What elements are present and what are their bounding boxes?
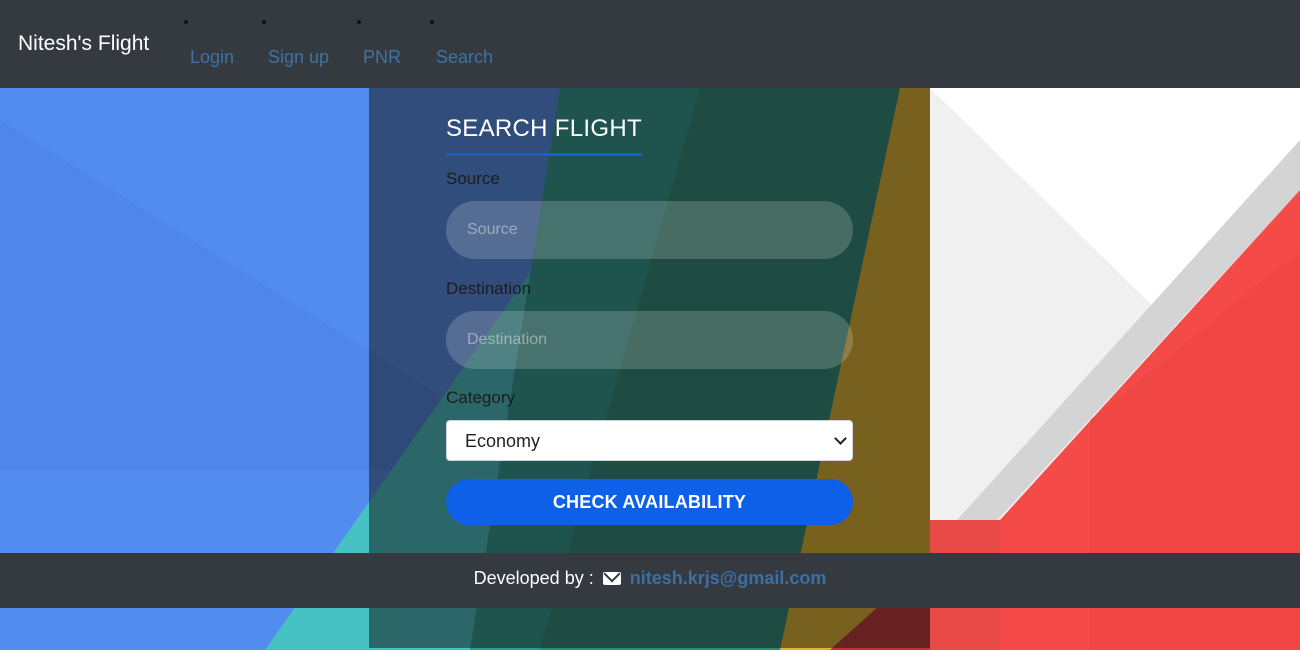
check-availability-button[interactable]: CHECK AVAILABILITY	[446, 479, 853, 525]
bullet-icon	[430, 20, 434, 24]
source-input[interactable]	[446, 201, 853, 259]
nav-link-signup[interactable]: Sign up	[268, 47, 329, 68]
footer-email-link[interactable]: nitesh.krjs@gmail.com	[630, 568, 827, 588]
bullet-icon	[357, 20, 361, 24]
source-label: Source	[446, 169, 500, 188]
navbar: Nitesh's Flight Login Sign up PNR Search	[0, 0, 1300, 88]
destination-label: Destination	[446, 279, 532, 298]
footer: Developed by : nitesh.krjs@gmail.com	[0, 553, 1300, 608]
category-label: Category	[446, 388, 515, 407]
category-select[interactable]: Economy	[446, 420, 853, 461]
search-title: SEARCH FLIGHT	[446, 115, 642, 156]
footer-content: Developed by : nitesh.krjs@gmail.com	[0, 568, 1300, 589]
chevron-down-icon	[834, 432, 847, 445]
nav-link-pnr[interactable]: PNR	[363, 47, 401, 68]
nav-link-login[interactable]: Login	[190, 47, 234, 68]
envelope-icon	[602, 572, 621, 585]
destination-input[interactable]	[446, 311, 853, 369]
bullet-icon	[184, 20, 188, 24]
brand-link[interactable]: Nitesh's Flight	[18, 32, 149, 56]
nav-link-search[interactable]: Search	[436, 47, 493, 68]
category-selected-value: Economy	[465, 431, 541, 451]
footer-prefix: Developed by :	[473, 568, 594, 588]
bullet-icon	[262, 20, 266, 24]
